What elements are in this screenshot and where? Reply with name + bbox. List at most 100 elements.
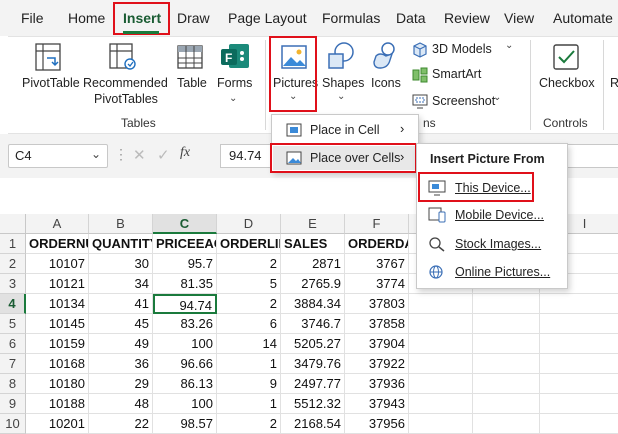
table-cell[interactable]: 86.13	[153, 374, 217, 394]
table-cell[interactable]: 37956	[345, 414, 409, 434]
table-cell[interactable]: 1	[217, 354, 281, 374]
table-cell[interactable]: 10121	[26, 274, 89, 294]
table-cell[interactable]: 10107	[26, 254, 89, 274]
table-cell[interactable]: 41	[89, 294, 153, 314]
table-cell[interactable]: 95.7	[153, 254, 217, 274]
table-cell[interactable]	[473, 314, 540, 334]
table-cell[interactable]: 37936	[345, 374, 409, 394]
table-cell[interactable]: 2871	[281, 254, 345, 274]
table-cell[interactable]: 5	[217, 274, 281, 294]
table-cell[interactable]: 6	[217, 314, 281, 334]
table-cell[interactable]: 83.26	[153, 314, 217, 334]
table-cell[interactable]: ORDERNU	[26, 234, 89, 254]
row-header[interactable]: 3	[0, 274, 26, 294]
tab-automate[interactable]: Automate	[553, 10, 613, 26]
table-cell[interactable]: 2765.9	[281, 274, 345, 294]
table-cell[interactable]: 22	[89, 414, 153, 434]
table-cell[interactable]	[409, 354, 473, 374]
table-cell[interactable]: 5205.27	[281, 334, 345, 354]
column-header-a[interactable]: A	[26, 214, 89, 234]
row-header[interactable]: 4	[0, 294, 26, 314]
table-cell[interactable]: 3884.34	[281, 294, 345, 314]
table-cell[interactable]: 100	[153, 394, 217, 414]
tab-file[interactable]: File	[21, 10, 44, 26]
column-header-f[interactable]: F	[345, 214, 409, 234]
table-cell[interactable]	[540, 294, 618, 314]
table-cell[interactable]	[540, 314, 618, 334]
table-cell[interactable]: 10159	[26, 334, 89, 354]
table-cell[interactable]: 2168.54	[281, 414, 345, 434]
table-cell[interactable]	[473, 394, 540, 414]
table-cell[interactable]: 3746.7	[281, 314, 345, 334]
tab-home[interactable]: Home	[68, 10, 105, 26]
table-cell[interactable]: 34	[89, 274, 153, 294]
table-cell[interactable]	[473, 374, 540, 394]
row-header[interactable]: 2	[0, 254, 26, 274]
table-cell[interactable]: 37803	[345, 294, 409, 314]
table-cell[interactable]: 10188	[26, 394, 89, 414]
table-cell[interactable]: 2	[217, 254, 281, 274]
table-cell[interactable]: 10145	[26, 314, 89, 334]
column-header-b[interactable]: B	[89, 214, 153, 234]
table-cell[interactable]: 9	[217, 374, 281, 394]
tab-review[interactable]: Review	[444, 10, 490, 26]
table-cell[interactable]	[473, 414, 540, 434]
table-cell[interactable]: 3767	[345, 254, 409, 274]
table-cell[interactable]	[540, 334, 618, 354]
tab-view[interactable]: View	[504, 10, 534, 26]
table-cell[interactable]	[409, 334, 473, 354]
table-cell[interactable]: 37858	[345, 314, 409, 334]
name-box[interactable]: C4 ⌄	[8, 144, 108, 168]
table-cell[interactable]: 14	[217, 334, 281, 354]
table-cell[interactable]	[540, 374, 618, 394]
row-header[interactable]: 7	[0, 354, 26, 374]
select-all-corner[interactable]	[0, 214, 26, 234]
table-cell[interactable]: 2	[217, 414, 281, 434]
table-cell[interactable]	[540, 414, 618, 434]
tab-page-layout[interactable]: Page Layout	[228, 10, 307, 26]
row-header[interactable]: 6	[0, 334, 26, 354]
table-cell[interactable]: SALES	[281, 234, 345, 254]
table-cell[interactable]: 37922	[345, 354, 409, 374]
table-cell[interactable]: 30	[89, 254, 153, 274]
table-cell[interactable]: 96.66	[153, 354, 217, 374]
row-header[interactable]: 5	[0, 314, 26, 334]
row-header[interactable]: 9	[0, 394, 26, 414]
more-options-icon[interactable]: ⋮	[114, 146, 128, 163]
tab-data[interactable]: Data	[396, 10, 426, 26]
active-cell[interactable]: 94.74	[153, 294, 217, 314]
table-cell[interactable]	[473, 354, 540, 374]
table-cell[interactable]	[409, 314, 473, 334]
table-cell[interactable]: 2	[217, 294, 281, 314]
table-cell[interactable]	[473, 294, 540, 314]
table-cell[interactable]: 36	[89, 354, 153, 374]
table-cell[interactable]	[409, 414, 473, 434]
table-cell[interactable]: 49	[89, 334, 153, 354]
row-header[interactable]: 1	[0, 234, 26, 254]
table-cell[interactable]: ORDERLIN	[217, 234, 281, 254]
column-header-c[interactable]: C	[153, 214, 217, 234]
column-header-e[interactable]: E	[281, 214, 345, 234]
table-cell[interactable]: 10180	[26, 374, 89, 394]
table-cell[interactable]: PRICEEAC	[153, 234, 217, 254]
table-cell[interactable]: 37904	[345, 334, 409, 354]
table-cell[interactable]	[409, 394, 473, 414]
table-cell[interactable]: 3479.76	[281, 354, 345, 374]
table-cell[interactable]	[473, 334, 540, 354]
table-cell[interactable]: 5512.32	[281, 394, 345, 414]
table-cell[interactable]: 10134	[26, 294, 89, 314]
table-cell[interactable]: 10168	[26, 354, 89, 374]
enter-icon[interactable]: ✓	[157, 146, 170, 164]
table-cell[interactable]	[409, 374, 473, 394]
table-cell[interactable]: 37943	[345, 394, 409, 414]
table-cell[interactable]: 45	[89, 314, 153, 334]
tab-draw[interactable]: Draw	[177, 10, 210, 26]
name-box-chevron-icon[interactable]: ⌄	[91, 147, 101, 161]
table-cell[interactable]	[409, 294, 473, 314]
table-cell[interactable]: ORDERDAT	[345, 234, 409, 254]
row-header[interactable]: 8	[0, 374, 26, 394]
table-cell[interactable]: 81.35	[153, 274, 217, 294]
table-cell[interactable]: 10201	[26, 414, 89, 434]
table-cell[interactable]: 29	[89, 374, 153, 394]
table-cell[interactable]: 100	[153, 334, 217, 354]
